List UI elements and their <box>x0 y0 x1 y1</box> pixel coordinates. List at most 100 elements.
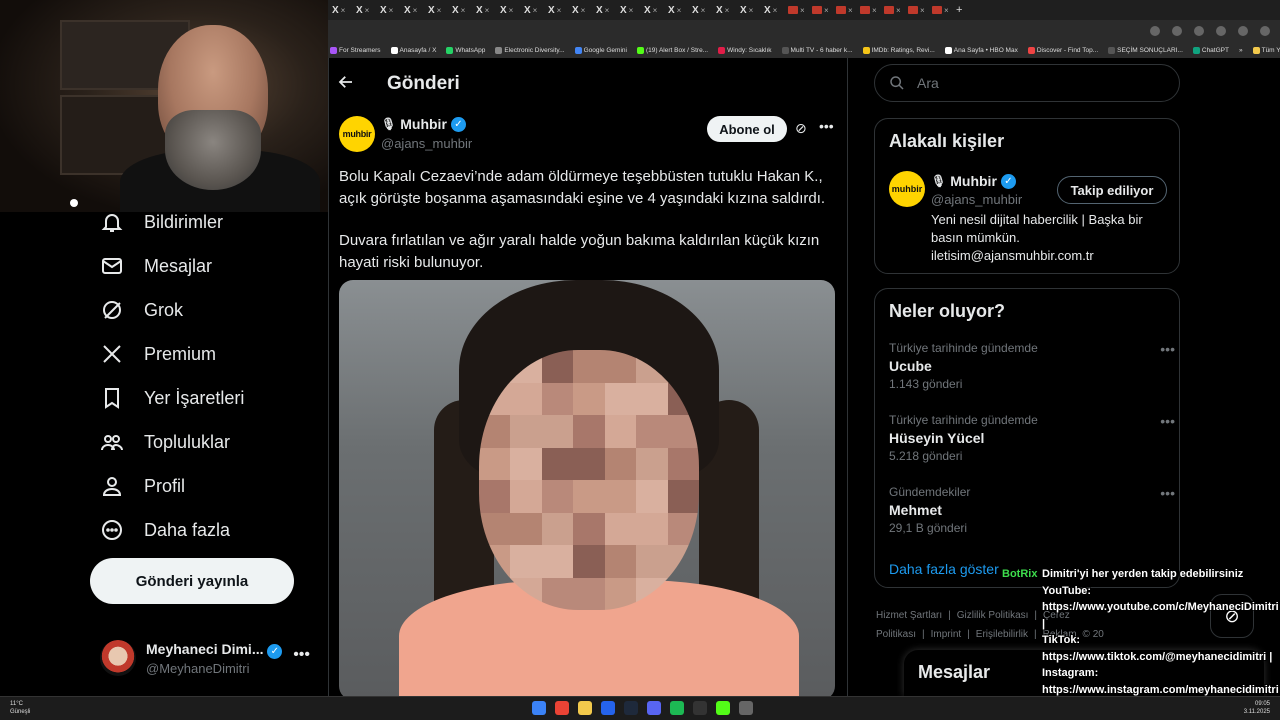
profile-icon[interactable] <box>1238 26 1248 36</box>
bookmark-item[interactable]: Tüm Yer İşaretleri <box>1252 46 1280 54</box>
trend-item[interactable]: Türkiye tarihinde gündemde Hüseyin Yücel… <box>889 413 1175 463</box>
footer-link[interactable]: Imprint <box>931 629 962 640</box>
browser-tab[interactable]: × <box>928 2 952 18</box>
browser-tab[interactable]: X × <box>640 2 664 18</box>
nav-item-communities[interactable]: Topluluklar <box>100 428 230 456</box>
nav-item-grok[interactable]: Grok <box>100 296 183 324</box>
new-tab-button[interactable]: + <box>952 2 976 18</box>
browser-tab[interactable]: × <box>784 2 808 18</box>
close-tab-icon[interactable]: × <box>677 6 682 15</box>
browser-tab[interactable]: X × <box>616 2 640 18</box>
browser-tab[interactable]: × <box>880 2 904 18</box>
browser-tab[interactable]: X × <box>352 2 376 18</box>
bookmark-item[interactable]: For Streamers <box>330 46 381 54</box>
avatar[interactable]: muhbir <box>889 171 925 207</box>
close-tab-icon[interactable]: × <box>389 6 394 15</box>
close-tab-icon[interactable]: × <box>341 6 346 15</box>
browser-tab[interactable]: X × <box>376 2 400 18</box>
trend-item[interactable]: Türkiye tarihinde gündemde Ucube 1.143 g… <box>889 341 1175 391</box>
related-handle[interactable]: @ajans_muhbir <box>931 192 1022 207</box>
system-tray[interactable]: 09:05 3.11.2025 <box>1244 700 1270 716</box>
nav-item-bookmarks[interactable]: Yer İşaretleri <box>100 384 244 412</box>
bookmark-item[interactable]: Windy: Sıcaklık <box>718 46 772 54</box>
close-tab-icon[interactable]: × <box>653 6 658 15</box>
browser-tab[interactable]: X × <box>424 2 448 18</box>
bookmark-item[interactable]: » <box>1239 47 1243 54</box>
browser-tab[interactable]: X × <box>448 2 472 18</box>
weather-widget[interactable]: 11°C Güneşli <box>10 700 30 716</box>
browser-tab[interactable]: X × <box>496 2 520 18</box>
extension-icon[interactable] <box>1150 26 1160 36</box>
steam-icon[interactable] <box>624 701 638 715</box>
more-icon[interactable]: ••• <box>819 118 834 134</box>
bookmark-item[interactable]: IMDb: Ratings, Revi... <box>862 46 935 54</box>
browser-tab[interactable]: X × <box>664 2 688 18</box>
browser-tab[interactable]: × <box>832 2 856 18</box>
discord-icon[interactable] <box>647 701 661 715</box>
search-input[interactable]: Ara <box>874 64 1180 102</box>
windows-start-icon[interactable] <box>532 701 546 715</box>
browser-tab[interactable]: × <box>808 2 832 18</box>
browser-tab[interactable]: X × <box>712 2 736 18</box>
more-icon[interactable]: ••• <box>1160 413 1175 429</box>
grok-icon[interactable]: ⊘ <box>795 120 807 137</box>
star-icon[interactable] <box>1216 26 1226 36</box>
back-arrow-icon[interactable] <box>337 73 377 96</box>
close-tab-icon[interactable]: × <box>365 6 370 15</box>
browser-tab[interactable]: × <box>904 2 928 18</box>
browser-tab[interactable]: X × <box>688 2 712 18</box>
author-name[interactable]: 🎙 Muhbir ✓ <box>381 116 466 132</box>
show-more-link[interactable]: Daha fazla göster <box>889 561 999 577</box>
following-button[interactable]: Takip ediliyor <box>1057 176 1167 204</box>
close-tab-icon[interactable]: × <box>557 6 562 15</box>
more-icon[interactable]: ••• <box>293 646 310 664</box>
browser-tab[interactable]: X × <box>472 2 496 18</box>
nav-item-premium[interactable]: Premium <box>100 340 216 368</box>
close-tab-icon[interactable]: × <box>461 6 466 15</box>
subscribe-button[interactable]: Abone ol <box>707 116 787 142</box>
spotify-icon[interactable] <box>670 701 684 715</box>
browser-tab[interactable]: × <box>856 2 880 18</box>
close-tab-icon[interactable]: × <box>509 6 514 15</box>
app-icon[interactable] <box>601 701 615 715</box>
close-tab-icon[interactable]: × <box>749 6 754 15</box>
more-icon[interactable]: ••• <box>1160 485 1175 501</box>
post-button[interactable]: Gönderi yayınla <box>90 558 294 604</box>
close-tab-icon[interactable]: × <box>848 6 853 15</box>
close-tab-icon[interactable]: × <box>629 6 634 15</box>
account-switcher[interactable]: Meyhaneci Dimi... ✓ @MeyhaneDimitri ••• <box>100 634 310 682</box>
bookmark-item[interactable]: Discover - Find Top... <box>1027 46 1098 54</box>
close-tab-icon[interactable]: × <box>725 6 730 15</box>
kick-icon[interactable] <box>716 701 730 715</box>
more-icon[interactable]: ••• <box>1160 341 1175 357</box>
bookmark-item[interactable]: Google Gemini <box>574 46 627 54</box>
post-image[interactable] <box>339 280 835 696</box>
bookmark-item[interactable]: ChatGPT <box>1192 46 1229 54</box>
close-tab-icon[interactable]: × <box>485 6 490 15</box>
bookmark-item[interactable]: Electronic Diversity... <box>495 46 565 54</box>
browser-tab[interactable]: X × <box>736 2 760 18</box>
close-tab-icon[interactable]: × <box>800 6 805 15</box>
bookmark-item[interactable]: Ana Sayfa • HBO Max <box>944 46 1018 54</box>
bookmark-item[interactable]: (19) Alert Box / Stre... <box>636 46 708 54</box>
browser-tab[interactable]: X × <box>568 2 592 18</box>
menu-icon[interactable] <box>1260 26 1270 36</box>
close-tab-icon[interactable]: × <box>920 6 925 15</box>
bookmark-item[interactable]: Anasayfa / X <box>390 46 436 54</box>
chrome-icon[interactable] <box>555 701 569 715</box>
zoom-icon[interactable] <box>1172 26 1182 36</box>
close-tab-icon[interactable]: × <box>413 6 418 15</box>
close-tab-icon[interactable]: × <box>824 6 829 15</box>
nav-item-more[interactable]: Daha fazla <box>100 516 230 544</box>
close-tab-icon[interactable]: × <box>581 6 586 15</box>
footer-link[interactable]: Hizmet Şartları <box>876 610 942 621</box>
bookmark-item[interactable]: WhatsApp <box>446 46 485 54</box>
nav-item-notifications[interactable]: Bildirimler <box>100 208 223 236</box>
file-explorer-icon[interactable] <box>578 701 592 715</box>
browser-tab[interactable]: X × <box>328 2 352 18</box>
bookmark-item[interactable]: SEÇİM SONUÇLARI... <box>1108 46 1183 54</box>
related-name[interactable]: 🎙 Muhbir ✓ <box>931 173 1016 189</box>
close-tab-icon[interactable]: × <box>944 6 949 15</box>
close-tab-icon[interactable]: × <box>437 6 442 15</box>
browser-tab[interactable]: X × <box>544 2 568 18</box>
